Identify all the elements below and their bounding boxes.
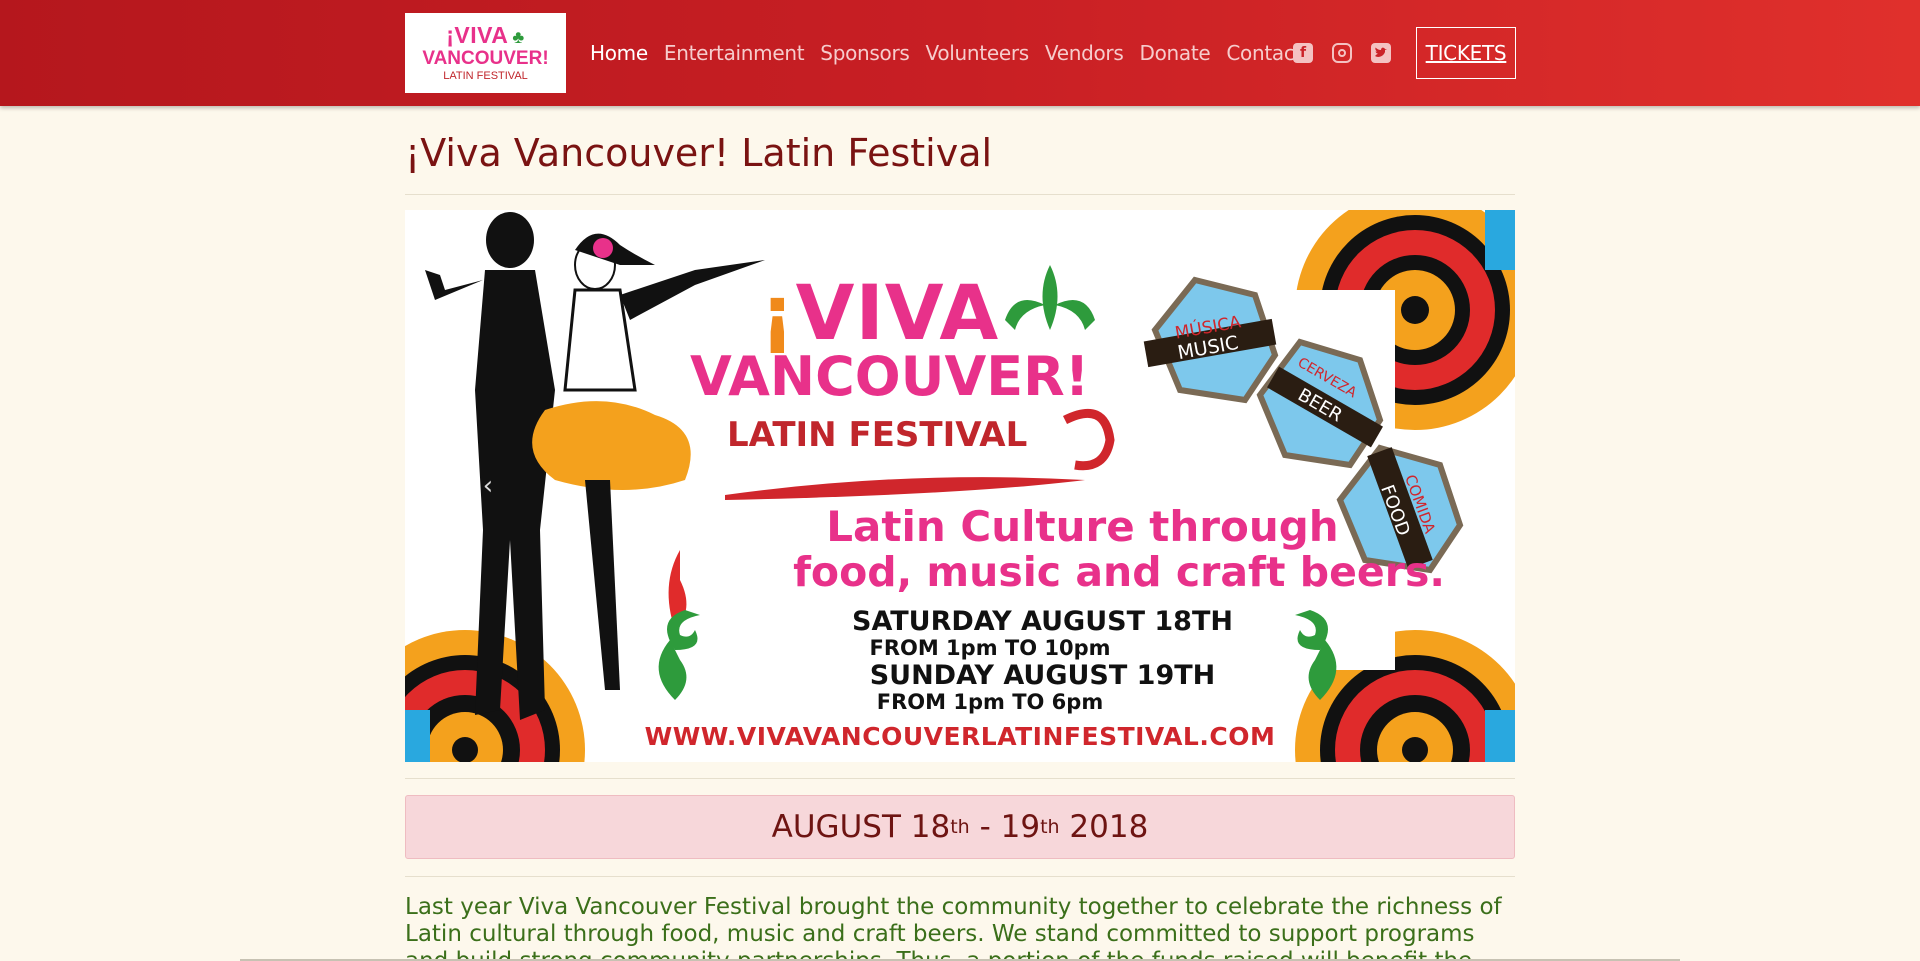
date-start: 18 <box>910 809 951 845</box>
navbar: ¡VIVA ♣ VANCOUVER! LATIN FESTIVAL Home En… <box>0 0 1920 106</box>
nav-link-entertainment[interactable]: Entertainment <box>664 41 805 65</box>
banner-viva-mark: ¡ <box>760 268 796 357</box>
date-separator: - <box>979 809 991 845</box>
banner-tagline-1: Latin Culture through <box>826 502 1339 551</box>
logo-line-2: VANCOUVER! <box>422 48 549 69</box>
festival-banner: ¡VIVA VANCOUVER! LATIN FESTIVAL Latin Cu… <box>405 210 1515 762</box>
nav-link-home[interactable]: Home <box>590 41 648 65</box>
festival-dates-box: AUGUST 18th - 19th 2018 <box>405 795 1515 859</box>
social-links: f <box>1293 0 1391 106</box>
divider <box>405 778 1515 779</box>
divider <box>405 876 1515 877</box>
banner-url: WWW.VIVAVANCOUVERLATINFESTIVAL.COM <box>644 722 1276 751</box>
nav-link-contact[interactable]: Contact <box>1226 41 1302 65</box>
date-end: 19 <box>1000 809 1041 845</box>
twitter-icon[interactable] <box>1371 43 1391 63</box>
date-year: 2018 <box>1069 809 1149 845</box>
site-logo[interactable]: ¡VIVA ♣ VANCOUVER! LATIN FESTIVAL <box>405 13 566 93</box>
page-title: ¡Viva Vancouver! Latin Festival <box>405 131 993 175</box>
banner-day-1: SATURDAY AUGUST 18TH <box>852 606 1233 637</box>
facebook-icon[interactable]: f <box>1293 43 1313 63</box>
banner-viva: VIVA <box>795 268 1000 357</box>
logo-line-1: ¡VIVA <box>446 22 509 48</box>
tickets-button[interactable]: TICKETS <box>1416 27 1516 79</box>
nav-link-volunteers[interactable]: Volunteers <box>926 41 1030 65</box>
nav-link-sponsors[interactable]: Sponsors <box>820 41 910 65</box>
date-month: AUGUST <box>771 809 901 845</box>
banner-tagline-2: food, music and craft beers. <box>793 548 1445 596</box>
leaf-icon: ♣ <box>512 27 525 47</box>
divider <box>405 194 1515 195</box>
logo-line-3: LATIN FESTIVAL <box>443 70 528 82</box>
intro-paragraph: Last year Viva Vancouver Festival brough… <box>405 894 1502 961</box>
banner-day-1-time: FROM 1pm TO 10pm <box>869 636 1111 660</box>
banner-day-2-time: FROM 1pm TO 6pm <box>876 690 1104 714</box>
nav-link-donate[interactable]: Donate <box>1139 41 1210 65</box>
nav-link-vendors[interactable]: Vendors <box>1045 41 1124 65</box>
main-nav: Home Entertainment Sponsors Volunteers V… <box>590 0 1318 106</box>
banner-vancouver: VANCOUVER! <box>690 345 1090 408</box>
banner-day-2: SUNDAY AUGUST 19TH <box>869 660 1216 691</box>
carousel-prev-icon[interactable]: ‹ <box>478 473 498 499</box>
instagram-icon[interactable] <box>1332 43 1352 63</box>
banner-latin-festival: LATIN FESTIVAL <box>727 415 1028 455</box>
